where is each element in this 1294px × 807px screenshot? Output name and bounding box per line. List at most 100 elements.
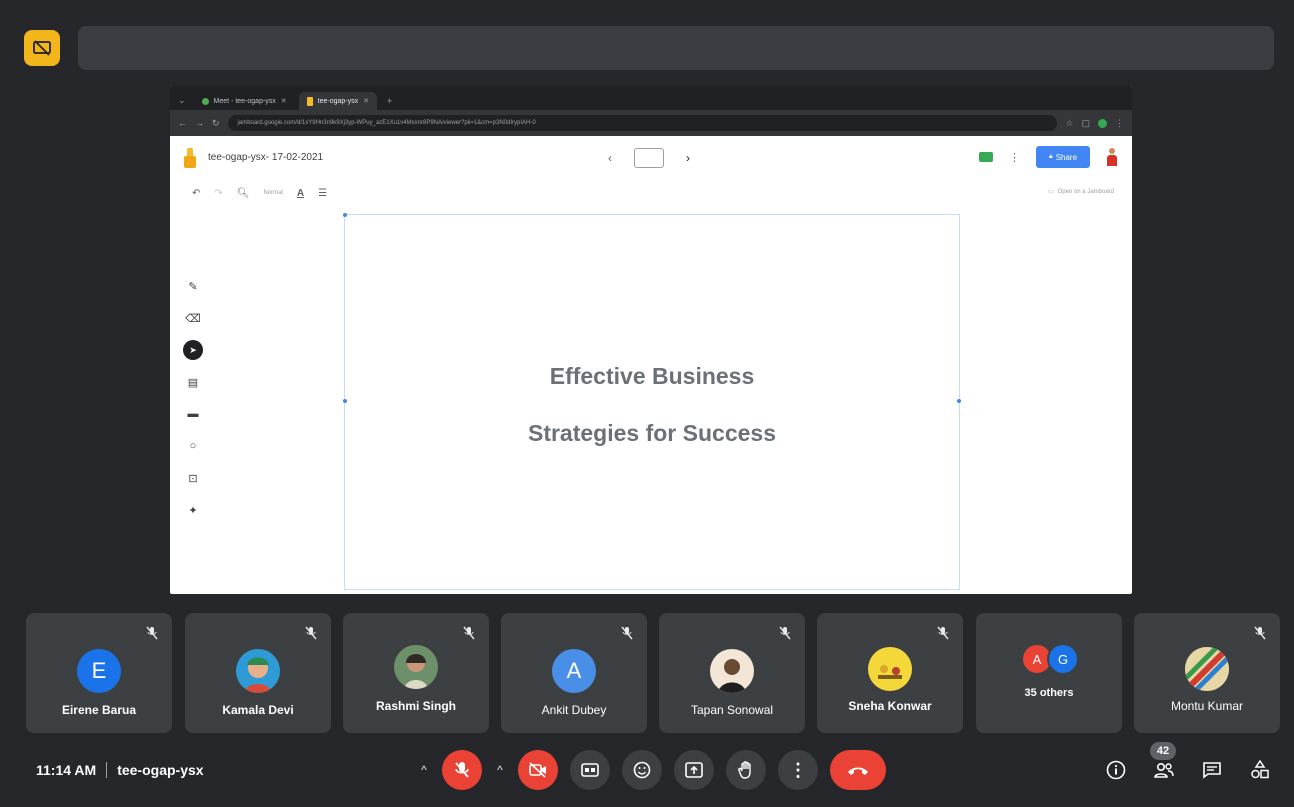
close-icon[interactable]: ✕ — [281, 97, 287, 105]
browser-menu-icon[interactable]: ⋮ — [1115, 118, 1124, 129]
microphone-toggle-button[interactable] — [442, 750, 482, 790]
zoom-level[interactable]: Normal — [263, 190, 282, 196]
participant-name: Eirene Barua — [61, 703, 137, 717]
meeting-details-button[interactable] — [1104, 758, 1128, 782]
presentation-icon[interactable] — [24, 30, 60, 66]
mic-off-icon — [935, 625, 951, 641]
mic-off-icon — [777, 625, 793, 641]
leave-call-button[interactable] — [830, 750, 886, 790]
url-field[interactable]: jamboard.google.com/d/1xY9Hn3n9k9Xj3yp-W… — [227, 115, 1058, 131]
captions-button[interactable] — [570, 750, 610, 790]
browser-tab-jamboard[interactable]: tee-ogap-ysx ✕ — [298, 92, 378, 110]
browser-tab-meet[interactable]: Meet - tee-ogap-ysx ✕ — [194, 92, 295, 110]
jamboard-actions: ⋮ 🔒︎ Share — [979, 146, 1118, 168]
call-controls: ^ ^ ⋮ — [418, 750, 886, 790]
extensions-icon[interactable]: ▢ — [1081, 118, 1090, 129]
participant-name: Tapan Sonowal — [690, 703, 774, 717]
eraser-icon[interactable]: ⌫ — [183, 308, 203, 328]
browser-tab-label: Meet - tee-ogap-ysx — [213, 97, 276, 105]
set-background-icon[interactable]: A — [297, 188, 304, 199]
tab-search-icon[interactable]: ⌄ — [176, 95, 190, 110]
account-avatar[interactable] — [1106, 148, 1118, 166]
mic-off-icon — [619, 625, 635, 641]
resize-handle-right[interactable] — [957, 399, 961, 403]
open-on-jamboard-link[interactable]: ▭ Open on a Jamboard — [1048, 188, 1114, 196]
previous-frame-icon[interactable]: ‹ — [608, 151, 612, 165]
resize-handle-left[interactable] — [343, 399, 347, 403]
activities-button[interactable] — [1248, 758, 1272, 782]
reload-icon[interactable]: ↻ — [212, 118, 220, 129]
browser-tab-strip: ⌄ Meet - tee-ogap-ysx ✕ tee-ogap-ysx ✕ + — [170, 86, 1132, 110]
hand-icon — [738, 761, 751, 779]
people-icon — [1154, 762, 1174, 778]
camera-toggle-button[interactable] — [518, 750, 558, 790]
share-button[interactable]: 🔒︎ Share — [1036, 146, 1090, 168]
participant-tile[interactable]: Tapan Sonowal — [659, 613, 805, 733]
chat-button[interactable] — [1200, 758, 1224, 782]
close-icon[interactable]: ✕ — [363, 97, 369, 105]
laser-icon[interactable]: ✦ — [183, 500, 203, 520]
others-avatars: A G — [1021, 643, 1079, 675]
open-on-jamboard-label: Open on a Jamboard — [1057, 188, 1114, 195]
frame-thumbnail-icon[interactable] — [634, 148, 664, 168]
participant-tile[interactable]: E Eirene Barua — [26, 613, 172, 733]
redo-icon[interactable]: ↷ — [214, 188, 222, 199]
circle-shape-icon[interactable]: ○ — [183, 436, 203, 456]
next-frame-icon[interactable]: › — [686, 151, 690, 165]
clear-frame-icon[interactable]: ☰ — [318, 188, 327, 199]
add-image-icon[interactable]: ▬ — [183, 404, 203, 424]
present-now-button[interactable] — [674, 750, 714, 790]
new-tab-icon[interactable]: + — [381, 96, 392, 110]
participant-name: Kamala Devi — [222, 703, 294, 717]
presentation-bar — [22, 26, 1274, 70]
undo-icon[interactable]: ↶ — [192, 188, 200, 199]
avatar — [710, 649, 754, 693]
divider — [106, 762, 108, 778]
participant-tile[interactable]: Rashmi Singh — [343, 613, 489, 733]
more-options-icon[interactable]: ⋮ — [1009, 151, 1020, 164]
jamboard-canvas[interactable]: Effective Business Strategies for Succes… — [343, 213, 961, 590]
lock-icon: 🔒︎ — [1048, 153, 1053, 160]
participant-name: Sneha Konwar — [848, 699, 932, 713]
avatar — [868, 647, 912, 691]
sticky-note-icon[interactable]: ▤ — [183, 372, 203, 392]
jamboard-toolbar: ↶ ↷ 🔍︎ Normal A ☰ ▭ Open on a Jamboard — [170, 180, 1132, 206]
avatar — [1185, 647, 1229, 691]
profile-icon[interactable] — [1098, 118, 1107, 128]
shapes-icon — [1251, 760, 1269, 779]
back-icon[interactable]: ← — [178, 118, 187, 128]
avatar: G — [1047, 643, 1079, 675]
avatar: A — [552, 649, 596, 693]
slide-text-line: Strategies for Success — [527, 420, 776, 446]
meet-icon[interactable] — [979, 152, 993, 162]
forward-icon[interactable]: → — [195, 118, 204, 128]
people-button[interactable]: 42 — [1150, 742, 1176, 782]
jamboard-title[interactable]: tee-ogap-ysx- 17-02-2021 — [208, 152, 323, 163]
shared-screen: ⌄ Meet - tee-ogap-ysx ✕ tee-ogap-ysx ✕ +… — [170, 86, 1132, 594]
zoom-icon[interactable]: 🔍︎ — [237, 188, 250, 199]
share-label: Share — [1055, 152, 1078, 162]
video-settings-chevron-icon[interactable]: ^ — [494, 763, 506, 777]
browser-address-bar: ← → ↻ jamboard.google.com/d/1xY9Hn3n9k9X… — [170, 110, 1132, 136]
participant-tile[interactable]: Kamala Devi — [185, 613, 331, 733]
text-box-icon[interactable]: ⊡ — [183, 468, 203, 488]
others-tile[interactable]: A G 35 others — [976, 613, 1122, 733]
resize-handle-top-left[interactable] — [343, 213, 347, 217]
presentation-strip — [78, 26, 1274, 70]
pen-icon[interactable]: ✎ — [183, 276, 203, 296]
more-options-button[interactable]: ⋮ — [778, 750, 818, 790]
star-icon[interactable]: ☆ — [1065, 118, 1073, 129]
raise-hand-button[interactable] — [726, 750, 766, 790]
participant-tile[interactable]: A Ankit Dubey — [501, 613, 647, 733]
reactions-button[interactable] — [622, 750, 662, 790]
hang-up-icon — [848, 767, 868, 775]
select-pointer-icon[interactable]: ➤ — [183, 340, 203, 360]
meeting-code[interactable]: tee-ogap-ysx — [117, 762, 203, 778]
jamboard-logo-icon — [184, 148, 196, 168]
camera-off-icon — [529, 762, 546, 778]
mic-off-icon — [144, 625, 160, 641]
avatar — [394, 645, 438, 689]
participant-tile[interactable]: Montu Kumar — [1134, 613, 1280, 733]
audio-settings-chevron-icon[interactable]: ^ — [418, 763, 430, 777]
participant-tile[interactable]: Sneha Konwar — [817, 613, 963, 733]
